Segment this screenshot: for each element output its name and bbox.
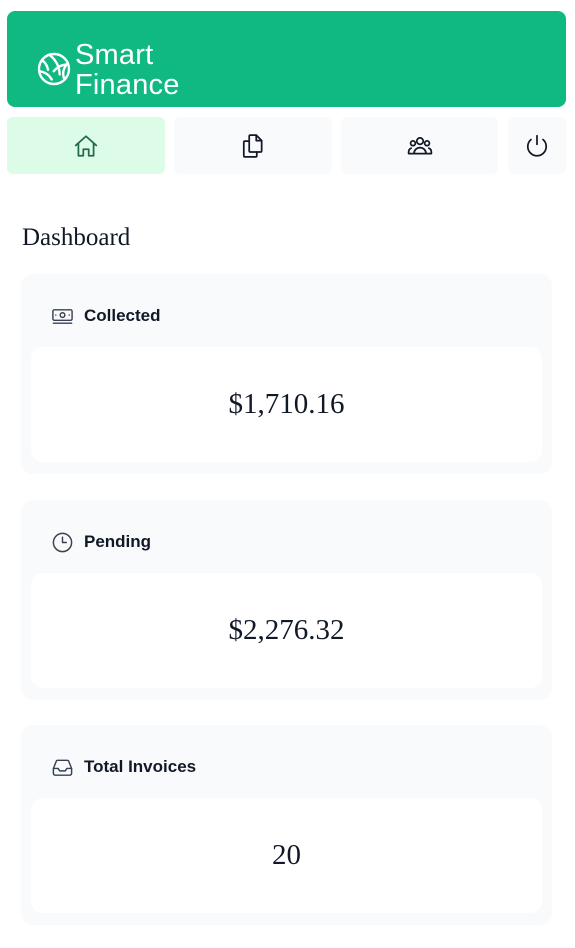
card-label: Total Invoices <box>84 757 197 776</box>
card-header: Pending <box>51 530 151 554</box>
summary-card-collected: Collected $1,710.16 <box>21 274 552 474</box>
brand-name: Smart Finance <box>75 40 180 100</box>
brand-banner[interactable]: Smart Finance <box>7 11 566 107</box>
documents-icon <box>242 133 263 158</box>
users-icon <box>407 136 432 154</box>
card-value: $1,710.16 <box>228 388 345 420</box>
card-label: Pending <box>84 532 152 551</box>
brand-name-line1: Smart <box>75 39 154 71</box>
inbox-icon <box>52 759 73 776</box>
card-value-box: $1,710.16 <box>31 347 542 462</box>
globe-icon <box>37 52 71 86</box>
card-value: $2,276.32 <box>228 614 345 646</box>
banknotes-icon <box>52 308 73 324</box>
home-icon <box>74 134 98 157</box>
nav-home-button[interactable] <box>7 117 165 174</box>
card-header: Total Invoices <box>51 755 196 779</box>
brand-name-line2: Finance <box>75 69 180 101</box>
page-title: Dashboard <box>22 224 131 251</box>
power-icon <box>526 134 548 157</box>
summary-card-total-invoices: Total Invoices 20 <box>21 725 552 925</box>
nav-invoices-button[interactable] <box>174 117 332 174</box>
card-header: Collected <box>51 304 161 328</box>
clock-icon <box>52 532 73 552</box>
card-label: Collected <box>84 306 161 325</box>
card-value: 20 <box>272 839 301 871</box>
card-value-box: 20 <box>31 798 542 913</box>
card-value-box: $2,276.32 <box>31 573 542 688</box>
nav-sign-out-button[interactable] <box>508 117 566 174</box>
nav-customers-button[interactable] <box>341 117 498 174</box>
summary-card-pending: Pending $2,276.32 <box>21 500 552 700</box>
